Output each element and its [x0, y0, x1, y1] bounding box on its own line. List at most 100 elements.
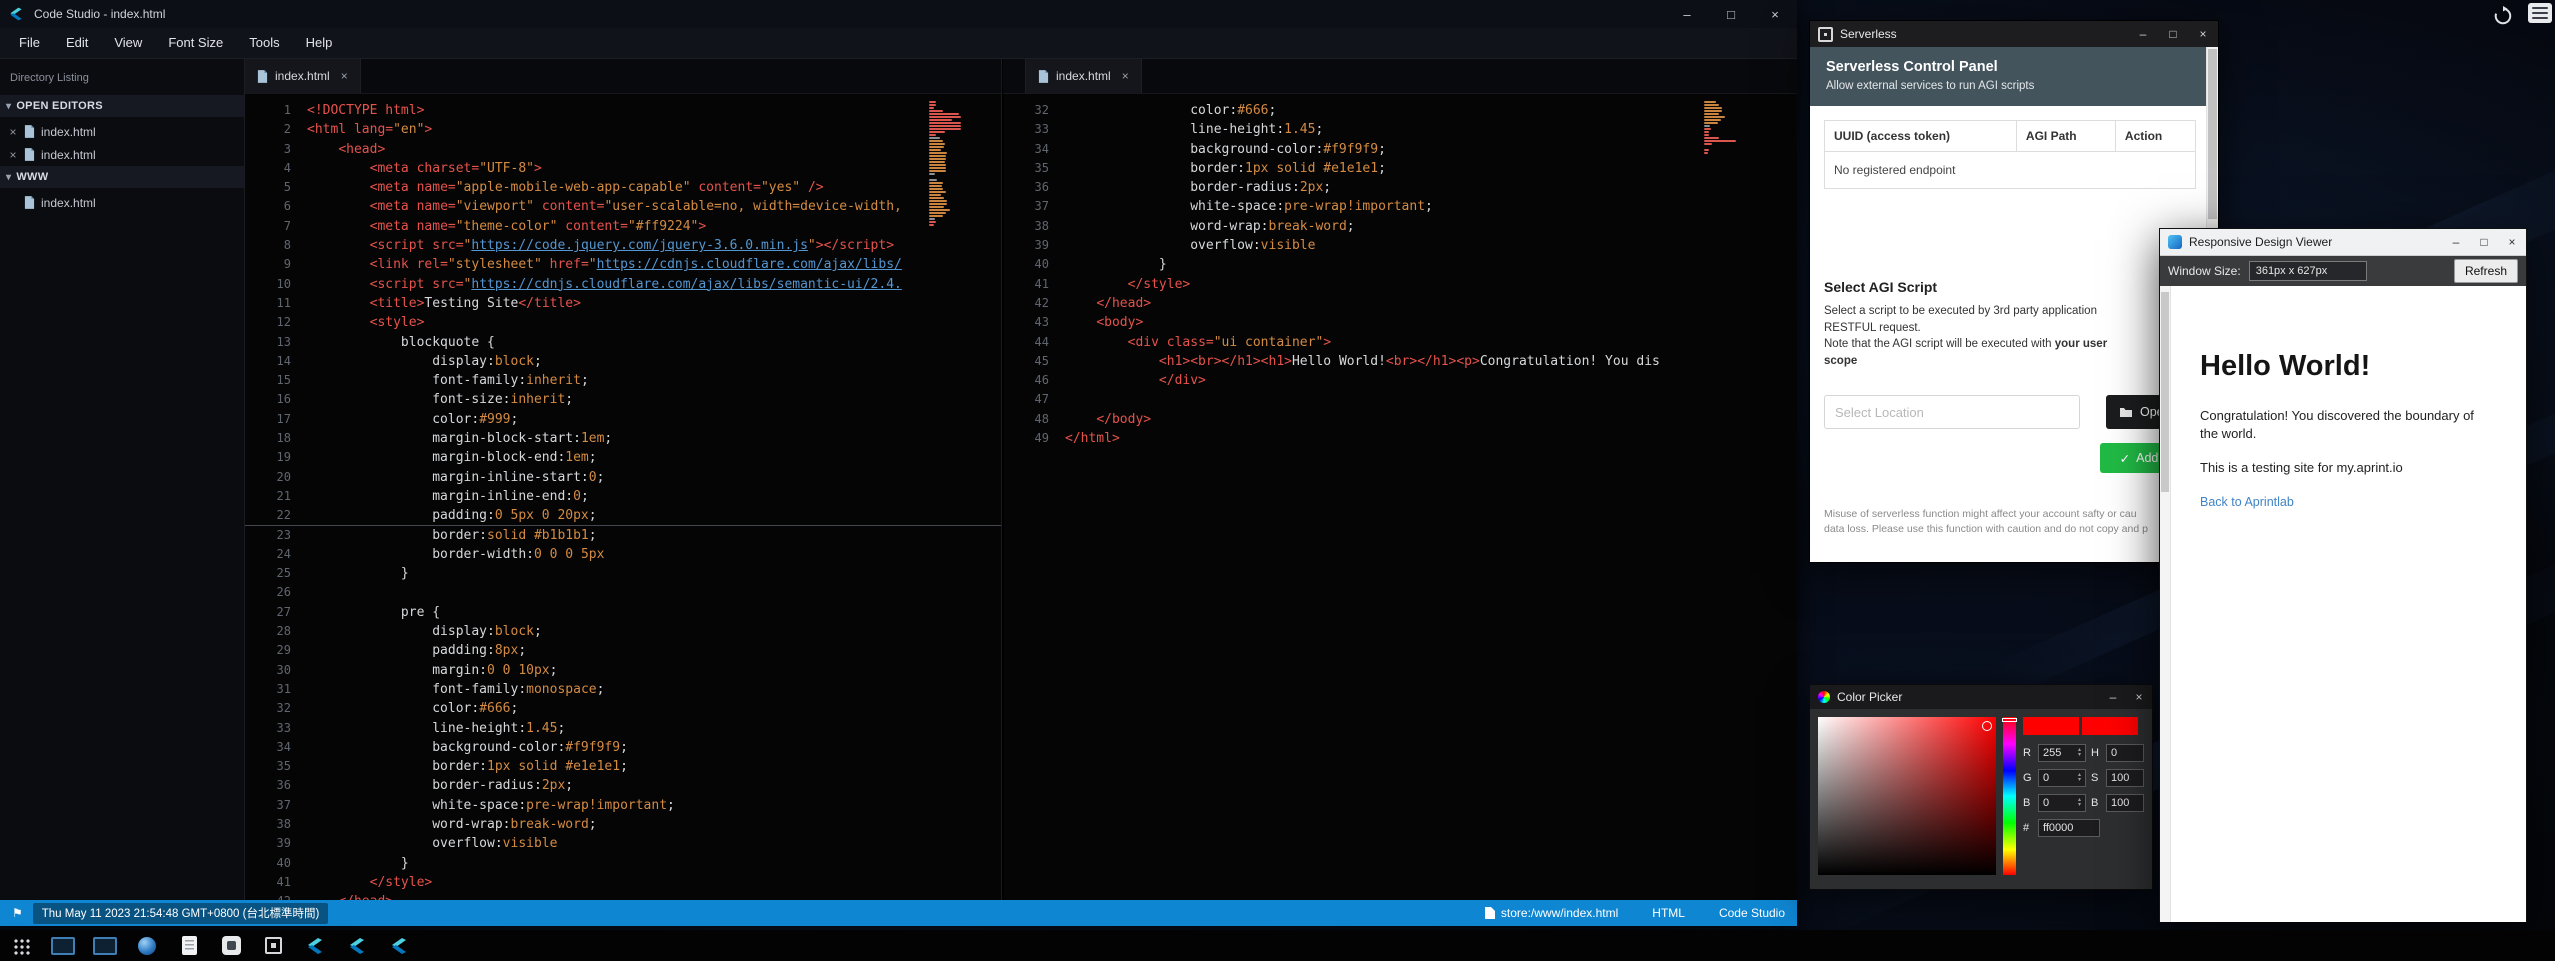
responsive-viewer-titlebar[interactable]: Responsive Design Viewer – □ ×	[2160, 229, 2526, 256]
code-line-38[interactable]: 38 word-wrap:break-word;	[1003, 217, 1797, 236]
code-line-40[interactable]: 40 }	[245, 854, 1001, 873]
code-line-16[interactable]: 16 font-size:inherit;	[245, 390, 1001, 409]
code-line-39[interactable]: 39 overflow:visible	[245, 834, 1001, 853]
saturation-field[interactable]	[1818, 717, 1996, 875]
code-line-38[interactable]: 38 word-wrap:break-word;	[245, 815, 1001, 834]
menu-help[interactable]: Help	[293, 28, 346, 58]
close-icon[interactable]: ×	[2498, 229, 2526, 255]
code-line-18[interactable]: 18 margin-block-start:1em;	[245, 429, 1001, 448]
close-icon[interactable]: ×	[2126, 685, 2152, 709]
code-line-29[interactable]: 29 padding:8px;	[245, 641, 1001, 660]
channel-input-r-h[interactable]: 0	[2106, 744, 2144, 762]
color-picker-titlebar[interactable]: Color Picker – ×	[1810, 685, 2152, 709]
code-line-26[interactable]: 26	[245, 583, 1001, 602]
code-line-3[interactable]: 3 <head>	[245, 140, 1001, 159]
code-line-33[interactable]: 33 line-height:1.45;	[245, 719, 1001, 738]
taskbar-icon-browser[interactable]	[134, 933, 160, 959]
code-line-42[interactable]: 42 </head>	[1003, 294, 1797, 313]
close-icon[interactable]: ×	[8, 148, 18, 162]
system-menu-icon[interactable]	[2528, 3, 2552, 23]
code-line-28[interactable]: 28 display:block;	[245, 622, 1001, 641]
code-line-21[interactable]: 21 margin-inline-end:0;	[245, 487, 1001, 506]
code-line-22[interactable]: 22 padding:0 5px 0 20px;	[245, 506, 1001, 525]
code-line-19[interactable]: 19 margin-block-end:1em;	[245, 448, 1001, 467]
tab-close-icon[interactable]: ×	[1122, 69, 1129, 83]
code-line-20[interactable]: 20 margin-inline-start:0;	[245, 468, 1001, 487]
sidebar-file-index-html[interactable]: ×index.html	[0, 120, 244, 143]
taskbar-icon-window-1[interactable]	[50, 933, 76, 959]
minimap[interactable]	[1704, 101, 1740, 154]
taskbar-icon-code-studio-2[interactable]	[344, 933, 370, 959]
code-line-27[interactable]: 27 pre {	[245, 603, 1001, 622]
code-line-17[interactable]: 17 color:#999;	[245, 410, 1001, 429]
sidebar-file-index-html[interactable]: index.html	[0, 191, 244, 214]
code-line-6[interactable]: 6 <meta name="viewport" content="user-sc…	[245, 197, 1001, 216]
code-line-34[interactable]: 34 background-color:#f9f9f9;	[245, 738, 1001, 757]
code-line-49[interactable]: 49</html>	[1003, 429, 1797, 448]
menu-edit[interactable]: Edit	[53, 28, 101, 58]
close-icon[interactable]: ×	[8, 125, 18, 139]
scrollbar-thumb[interactable]	[2161, 292, 2169, 492]
menu-view[interactable]: View	[101, 28, 155, 58]
code-line-31[interactable]: 31 font-family:monospace;	[245, 680, 1001, 699]
code-line-1[interactable]: 1<!DOCTYPE html>	[245, 101, 1001, 120]
code-line-35[interactable]: 35 border:1px solid #e1e1e1;	[1003, 159, 1797, 178]
code-line-43[interactable]: 43 <body>	[1003, 313, 1797, 332]
tab-index-html[interactable]: index.html×	[1025, 59, 1142, 93]
taskbar-icon-document[interactable]	[176, 933, 202, 959]
scrollbar[interactable]	[2160, 286, 2171, 922]
status-app-name[interactable]: Code Studio	[1719, 906, 1785, 920]
code-line-37[interactable]: 37 white-space:pre-wrap!important;	[245, 796, 1001, 815]
code-line-34[interactable]: 34 background-color:#f9f9f9;	[1003, 140, 1797, 159]
code-line-2[interactable]: 2<html lang="en">	[245, 120, 1001, 139]
code-line-12[interactable]: 12 <style>	[245, 313, 1001, 332]
code-line-25[interactable]: 25 }	[245, 564, 1001, 583]
refresh-button[interactable]: Refresh	[2454, 259, 2518, 283]
hue-slider[interactable]	[2003, 717, 2016, 875]
taskbar-icon-code-studio-3[interactable]	[386, 933, 412, 959]
tab-index-html[interactable]: index.html×	[245, 59, 361, 93]
status-language[interactable]: HTML	[1652, 906, 1685, 920]
code-line-36[interactable]: 36 border-radius:2px;	[1003, 178, 1797, 197]
code-line-46[interactable]: 46 </div>	[1003, 371, 1797, 390]
channel-input-b-b[interactable]: 100	[2106, 794, 2144, 812]
code-line-10[interactable]: 10 <script src="https://cdnjs.cloudflare…	[245, 275, 1001, 294]
hue-slider-thumb[interactable]	[2002, 718, 2017, 722]
code-line-13[interactable]: 13 blockquote {	[245, 333, 1001, 352]
code-line-24[interactable]: 24 border-width:0 0 0 5px	[245, 545, 1001, 564]
close-icon[interactable]: ×	[1753, 0, 1797, 28]
code-line-41[interactable]: 41 </style>	[245, 873, 1001, 892]
maximize-icon[interactable]: □	[1709, 0, 1753, 28]
code-line-37[interactable]: 37 white-space:pre-wrap!important;	[1003, 197, 1797, 216]
code-line-48[interactable]: 48 </body>	[1003, 410, 1797, 429]
taskbar-icon-serverless[interactable]	[260, 933, 286, 959]
menu-font-size[interactable]: Font Size	[155, 28, 236, 58]
taskbar-icon-app-launcher[interactable]	[8, 933, 34, 959]
code-line-41[interactable]: 41 </style>	[1003, 275, 1797, 294]
minimap[interactable]	[929, 101, 965, 226]
maximize-icon[interactable]: □	[2470, 229, 2498, 255]
close-icon[interactable]: ×	[2188, 21, 2218, 47]
back-link[interactable]: Back to Aprintlab	[2200, 495, 2294, 509]
saturation-cursor[interactable]	[1982, 721, 1992, 731]
code-editor[interactable]: 1<!DOCTYPE html>2<html lang="en">3 <head…	[245, 93, 1001, 901]
code-line-47[interactable]: 47	[1003, 390, 1797, 409]
code-line-40[interactable]: 40 }	[1003, 255, 1797, 274]
code-line-30[interactable]: 30 margin:0 0 10px;	[245, 661, 1001, 680]
channel-input-r[interactable]: 255▴▾	[2038, 744, 2086, 762]
menu-file[interactable]: File	[6, 28, 53, 58]
menu-tools[interactable]: Tools	[236, 28, 292, 58]
code-line-44[interactable]: 44 <div class="ui container">	[1003, 333, 1797, 352]
taskbar-icon-app[interactable]	[218, 933, 244, 959]
code-editor[interactable]: 32 color:#666;33 line-height:1.45;34 bac…	[1003, 93, 1797, 901]
select-location-input[interactable]	[1824, 395, 2080, 429]
code-line-15[interactable]: 15 font-family:inherit;	[245, 371, 1001, 390]
code-line-8[interactable]: 8 <script src="https://code.jquery.com/j…	[245, 236, 1001, 255]
tab-close-icon[interactable]: ×	[341, 69, 348, 83]
sidebar-file-index-html[interactable]: ×index.html	[0, 143, 244, 166]
sidebar-section-www[interactable]: ▾WWW	[0, 166, 244, 188]
sidebar-section-open-editors[interactable]: ▾OPEN EDITORS	[0, 95, 244, 117]
loading-spinner-icon[interactable]	[2492, 5, 2514, 27]
taskbar-icon-code-studio-1[interactable]	[302, 933, 328, 959]
code-line-9[interactable]: 9 <link rel="stylesheet" href="https://c…	[245, 255, 1001, 274]
